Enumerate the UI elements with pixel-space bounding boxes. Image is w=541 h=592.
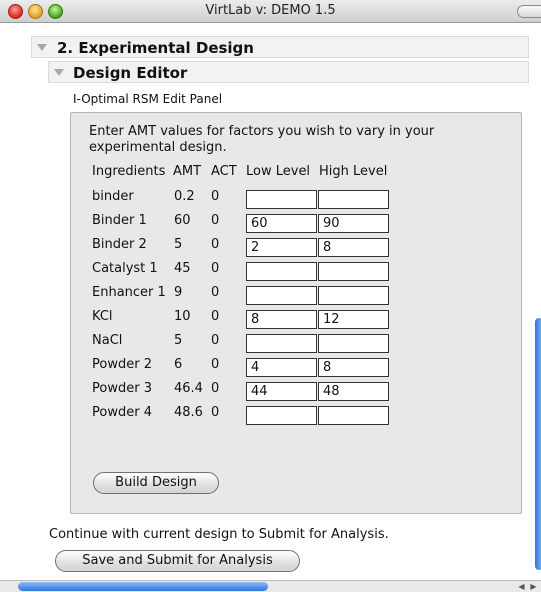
amt-value: 5	[174, 333, 183, 348]
scroll-left-arrow-icon[interactable]: ◀	[517, 582, 526, 591]
act-value: 0	[211, 285, 220, 300]
low-level-input[interactable]	[246, 334, 317, 353]
amt-value: 45	[174, 261, 191, 276]
save-and-submit-button[interactable]: Save and Submit for Analysis	[55, 550, 300, 572]
ingredient-name: binder	[92, 189, 134, 204]
act-value: 0	[211, 333, 220, 348]
act-value: 0	[211, 309, 220, 324]
act-value: 0	[211, 237, 220, 252]
amt-value: 46.4	[174, 381, 203, 396]
high-level-input[interactable]	[318, 406, 389, 425]
ingredient-name: Catalyst 1	[92, 261, 158, 276]
act-value: 0	[211, 381, 220, 396]
build-design-button[interactable]: Build Design	[93, 472, 219, 494]
low-level-input[interactable]	[246, 190, 317, 209]
ingredient-name: Powder 3	[92, 381, 152, 396]
low-level-input[interactable]	[246, 406, 317, 425]
ingredient-name: Powder 2	[92, 357, 152, 372]
amt-value: 6	[174, 357, 183, 372]
section-title: 2. Experimental Design	[57, 39, 254, 57]
low-level-input[interactable]	[246, 262, 317, 281]
horizontal-scrollbar[interactable]: ◀ ▶	[0, 580, 541, 592]
high-level-input[interactable]	[318, 286, 389, 305]
window-titlebar: VirtLab v: DEMO 1.5	[0, 0, 541, 23]
amt-value: 0.2	[174, 189, 195, 204]
column-header-ingredients: Ingredients	[92, 164, 166, 179]
ingredient-name: Enhancer 1	[92, 285, 166, 300]
horizontal-scrollbar-thumb[interactable]	[18, 582, 268, 591]
act-value: 0	[211, 213, 220, 228]
panel-intro-text: Enter AMT values for factors you wish to…	[89, 124, 435, 155]
act-value: 0	[211, 261, 220, 276]
high-level-input[interactable]	[318, 382, 389, 401]
ingredient-name: Powder 4	[92, 405, 152, 420]
high-level-input[interactable]	[318, 358, 389, 377]
low-level-input[interactable]	[246, 214, 317, 233]
high-level-input[interactable]	[318, 310, 389, 329]
vertical-scrollbar-thumb[interactable]	[535, 318, 541, 570]
high-level-input[interactable]	[318, 262, 389, 281]
amt-value: 48.6	[174, 405, 203, 420]
low-level-input[interactable]	[246, 358, 317, 377]
amt-value: 60	[174, 213, 191, 228]
low-level-input[interactable]	[246, 238, 317, 257]
high-level-input[interactable]	[318, 334, 389, 353]
act-value: 0	[211, 357, 220, 372]
disclosure-triangle-icon[interactable]	[37, 44, 47, 51]
column-header-high-level: High Level	[319, 164, 388, 179]
act-value: 0	[211, 405, 220, 420]
section-title: Design Editor	[73, 64, 188, 82]
toolbar-toggle-button[interactable]	[517, 5, 541, 18]
low-level-input[interactable]	[246, 310, 317, 329]
ingredient-name: Binder 1	[92, 213, 147, 228]
panel-caption: I-Optimal RSM Edit Panel	[73, 92, 223, 106]
column-header-amt: AMT	[173, 164, 202, 179]
act-value: 0	[211, 189, 220, 204]
amt-value: 9	[174, 285, 183, 300]
section-experimental-design[interactable]: 2. Experimental Design	[31, 36, 529, 58]
high-level-input[interactable]	[318, 190, 389, 209]
ingredient-name: NaCl	[92, 333, 123, 348]
ingredient-name: Binder 2	[92, 237, 147, 252]
amt-value: 10	[174, 309, 191, 324]
section-design-editor[interactable]: Design Editor	[48, 61, 529, 83]
ingredient-name: KCl	[92, 309, 113, 324]
continue-instruction: Continue with current design to Submit f…	[49, 527, 389, 542]
column-header-low-level: Low Level	[246, 164, 311, 179]
amt-value: 5	[174, 237, 183, 252]
window-title: VirtLab v: DEMO 1.5	[205, 3, 336, 18]
column-header-act: ACT	[211, 164, 237, 179]
scroll-right-arrow-icon[interactable]: ▶	[529, 582, 538, 591]
disclosure-triangle-icon[interactable]	[54, 69, 64, 76]
high-level-input[interactable]	[318, 214, 389, 233]
low-level-input[interactable]	[246, 286, 317, 305]
low-level-input[interactable]	[246, 382, 317, 401]
high-level-input[interactable]	[318, 238, 389, 257]
